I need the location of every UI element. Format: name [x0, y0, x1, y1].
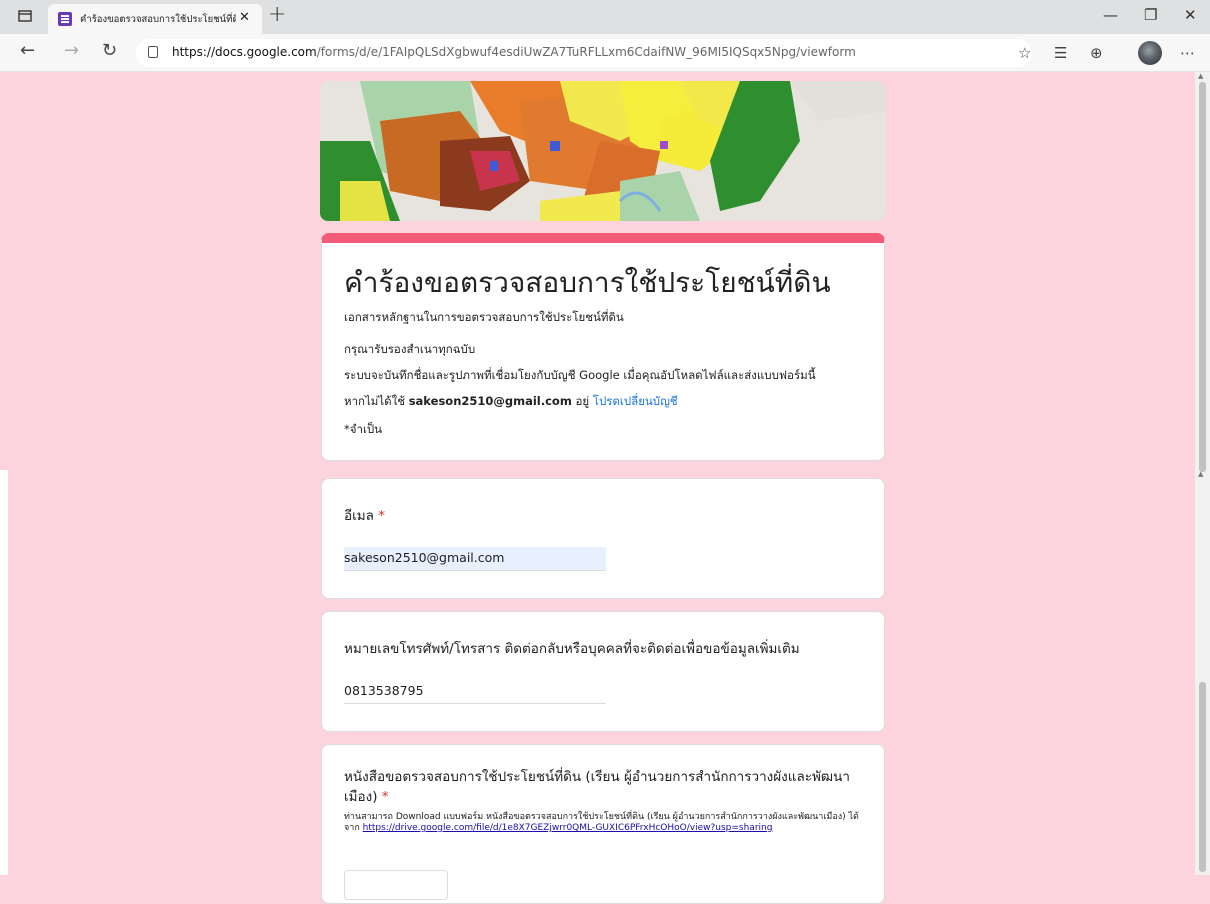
navigation-bar: ← → ↻ https://docs.google.com/forms/d/e/…	[0, 34, 1210, 72]
account-middle: อยู่	[575, 394, 590, 408]
question-phone-card: หมายเลขโทรศัพท์/โทรสาร ติดต่อกลับหรือบุค…	[321, 611, 885, 732]
scroll-up-icon[interactable]: ▲	[1198, 470, 1203, 478]
required-asterisk: *	[381, 789, 389, 805]
help-text: ท่านสามารถ Download แบบฟอร์ม หนังสือขอตร…	[344, 812, 859, 833]
close-icon[interactable]: ✕	[239, 10, 250, 25]
forward-icon[interactable]: →	[64, 40, 79, 61]
tab-title: คำร้องขอตรวจสอบการใช้ประโยชน์ที่ดิ	[80, 14, 236, 25]
address-bar[interactable]: https://docs.google.com/forms/d/e/1FAIpQ…	[136, 39, 1032, 67]
account-line: หากไม่ได้ใช้ sakeson2510@gmail.com อยู่ …	[344, 393, 678, 411]
profile-avatar[interactable]	[1138, 41, 1162, 65]
scrollbar[interactable]: ▲ ▲	[1195, 72, 1210, 875]
account-prefix: หากไม่ได้ใช้	[344, 394, 406, 408]
record-notice: ระบบจะบันทึกชื่อและรูปภาพที่เชื่อมโยงกับ…	[344, 368, 816, 382]
forms-favicon	[58, 12, 72, 26]
minimize-icon[interactable]: —	[1103, 6, 1118, 24]
account-email: sakeson2510@gmail.com	[408, 394, 572, 408]
question-letter-card: หนังสือขอตรวจสอบการใช้ประโยชน์ที่ดิน (เร…	[321, 744, 885, 904]
question-label: หนังสือขอตรวจสอบการใช้ประโยชน์ที่ดิน (เร…	[344, 769, 850, 805]
favorite-add-icon[interactable]: ☆	[1018, 44, 1031, 62]
question-label: หมายเลขโทรศัพท์/โทรสาร ติดต่อกลับหรือบุค…	[344, 641, 800, 657]
tab-strip: คำร้องขอตรวจสอบการใช้ประโยชน์ที่ดิ ✕ + —…	[0, 0, 1210, 34]
form-title: คำร้องขอตรวจสอบการใช้ประโยชน์ที่ดิน	[344, 266, 831, 299]
switch-account-link[interactable]: โปรดเปลี่ยนบัญชี	[593, 394, 678, 408]
download-link[interactable]: https://drive.google.com/file/d/1e8X7GEZ…	[363, 823, 773, 833]
tab-google-forms[interactable]: คำร้องขอตรวจสอบการใช้ประโยชน์ที่ดิ ✕	[48, 4, 262, 34]
url-text: https://docs.google.com/forms/d/e/1FAIpQ…	[172, 45, 856, 59]
favorites-icon[interactable]: ☰	[1054, 44, 1067, 62]
required-asterisk: *	[378, 508, 385, 524]
new-tab-icon[interactable]: +	[268, 2, 286, 27]
phone-field[interactable]: 0813538795	[344, 680, 606, 704]
collections-icon[interactable]: ⊕	[1090, 44, 1103, 62]
refresh-icon[interactable]: ↻	[102, 40, 117, 61]
form-header-card: คำร้องขอตรวจสอบการใช้ประโยชน์ที่ดิน เอกส…	[321, 233, 885, 461]
restore-icon[interactable]: ❐	[1144, 6, 1157, 24]
lock-icon	[148, 46, 158, 58]
question-email-card: อีเมล * sakeson2510@gmail.com	[321, 478, 885, 599]
header-banner-map-image	[320, 81, 885, 221]
scroll-up-icon[interactable]: ▲	[1198, 72, 1203, 80]
page-edge	[0, 470, 8, 875]
email-field[interactable]: sakeson2510@gmail.com	[344, 547, 606, 571]
more-icon[interactable]: ⋯	[1180, 44, 1195, 62]
question-label: อีเมล *	[344, 508, 385, 524]
window-close-icon[interactable]: ✕	[1184, 6, 1197, 24]
required-note: *จำเป็น	[344, 422, 383, 436]
scrollbar-thumb[interactable]	[1199, 82, 1206, 472]
sidebar-icon[interactable]	[18, 8, 34, 24]
form-description: เอกสารหลักฐานในการขอตรวจสอบการใช้ประโยชน…	[344, 310, 624, 324]
scrollbar-thumb[interactable]	[1199, 682, 1206, 872]
form-notice: กรุณารับรองสำเนาทุกฉบับ	[344, 342, 476, 356]
back-icon[interactable]: ←	[20, 40, 35, 61]
